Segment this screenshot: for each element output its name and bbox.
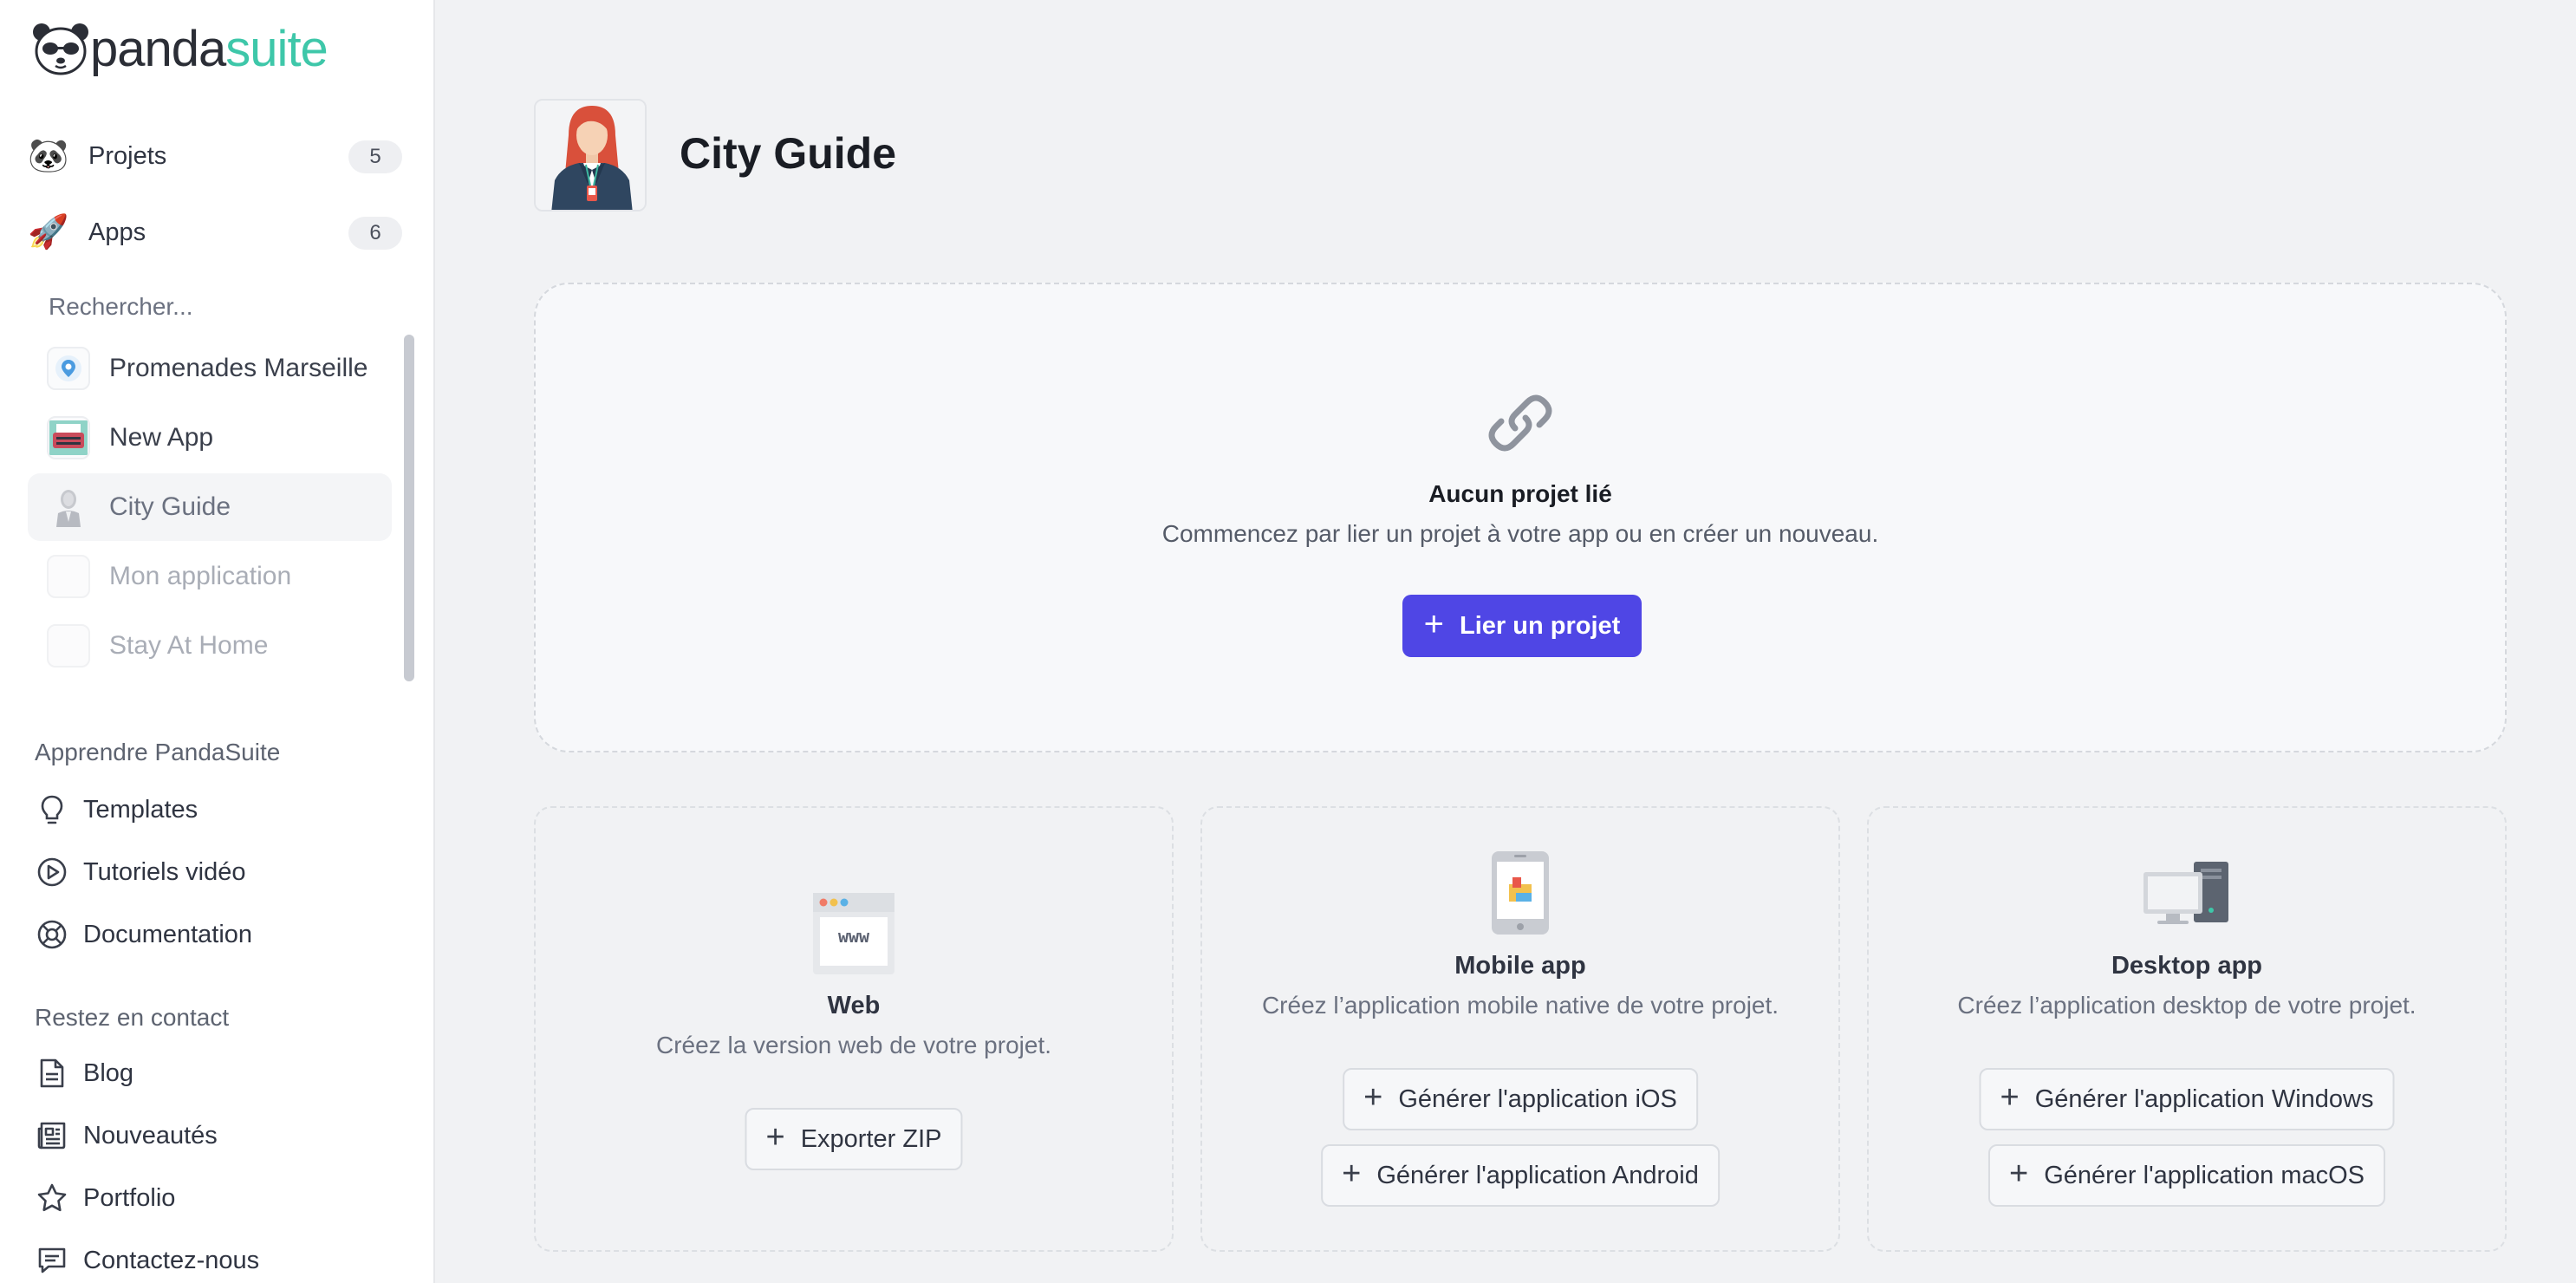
export-card-mobile: Mobile app Créez l’application mobile na… [1200,806,1840,1252]
link-contactez-label: Contactez-nous [83,1246,260,1274]
plus-icon: + [765,1119,785,1156]
nav-projets[interactable]: 🐼 Projets 5 [28,128,402,184]
app-name: Stay At Home [109,631,269,660]
link-templates[interactable]: Templates [35,785,198,834]
app-search-input[interactable] [35,284,381,329]
export-zip-label: Exporter ZIP [800,1124,942,1153]
link-icon [1488,394,1552,452]
export-mobile-title: Mobile app [1454,952,1586,980]
link-portfolio[interactable]: Portfolio [35,1174,175,1222]
link-blog-label: Blog [83,1058,134,1087]
plus-icon: + [2000,1079,2020,1116]
app-name: City Guide [109,492,231,521]
apps-count-badge: 6 [348,217,402,250]
map-pin-icon [47,347,90,390]
plus-icon: + [2008,1156,2029,1192]
link-documentation-label: Documentation [83,920,253,948]
app-item-stay-at-home[interactable]: Stay At Home [28,612,392,680]
project-avatar[interactable] [534,99,647,212]
export-web-title: Web [827,992,881,1019]
export-card-desktop: Desktop app Créez l’application desktop … [1867,806,2507,1252]
logo-part-1: panda [90,21,226,77]
app-item-city-guide[interactable]: City Guide [28,473,392,541]
link-tutoriels-video[interactable]: Tutoriels vidéo [35,848,246,896]
contact-section-title: Restez en contact [35,1004,230,1031]
app-list: Promenades Marseille New App City Guide … [28,335,392,681]
generate-windows-button[interactable]: + Générer l'application Windows [1979,1068,2395,1130]
link-project-button[interactable]: + Lier un projet [1402,595,1642,657]
sidebar: pandasuite 🐼 Projets 5 🚀 Apps 6 Promenad… [0,0,435,1283]
export-card-web: www Web Créez la version web de votre pr… [534,806,1174,1252]
app-name: Mon application [109,562,292,590]
export-mobile-subtitle: Créez l’application mobile native de vot… [1261,992,1779,1019]
browser-www-icon: www [811,891,896,976]
linked-project-empty-state: Aucun projet lié Commencez par lier un p… [534,283,2507,752]
scrollbar-thumb[interactable] [404,335,414,681]
logo-part-2: suite [225,21,329,77]
nav-apps-label: Apps [88,218,146,246]
pandasuite-logo[interactable]: pandasuite [31,19,329,80]
play-circle-icon [35,855,69,889]
link-templates-label: Templates [83,795,198,824]
link-blog[interactable]: Blog [35,1049,133,1097]
generate-ios-button[interactable]: + Générer l'application iOS [1343,1068,1698,1130]
main-content: City Guide Aucun projet lié Commencez pa… [437,0,2576,1283]
link-contactez-nous[interactable]: Contactez-nous [35,1236,259,1283]
link-nouveautes[interactable]: Nouveautés [35,1111,218,1160]
document-icon [35,1056,69,1091]
businesswoman-icon [47,485,90,529]
desktop-computer-icon [2142,860,2232,929]
link-project-label: Lier un projet [1460,611,1621,640]
app-list-scrollbar[interactable] [404,335,414,681]
generate-windows-label: Générer l'application Windows [2034,1084,2374,1113]
projets-count-badge: 5 [348,140,402,173]
learn-section-title: Apprendre PandaSuite [35,739,281,765]
link-nouveautes-label: Nouveautés [83,1121,218,1149]
generate-macos-button[interactable]: + Générer l'application macOS [1987,1144,2386,1207]
blank-icon [47,555,90,598]
logo-wordmark: pandasuite [90,21,329,77]
export-desktop-title: Desktop app [2111,952,2263,980]
export-zip-button[interactable]: + Exporter ZIP [745,1108,963,1170]
generate-macos-label: Générer l'application macOS [2044,1161,2365,1189]
link-documentation[interactable]: Documentation [35,910,252,959]
chat-icon [35,1243,69,1278]
smartphone-icon [1490,850,1551,936]
app-item-new-app[interactable]: New App [28,404,392,472]
plus-icon: + [1342,1156,1362,1192]
page-title: City Guide [680,129,897,178]
lifebuoy-icon [35,917,69,952]
panda-icon: 🐼 [28,138,69,174]
app-name: New App [109,423,214,452]
star-icon [35,1181,69,1215]
panda-logo-icon [33,23,88,75]
lightbulb-icon [35,792,69,827]
app-item-mon-application[interactable]: Mon application [28,543,392,610]
generate-android-label: Générer l'application Android [1376,1161,1699,1189]
generate-ios-label: Générer l'application iOS [1398,1084,1677,1113]
typewriter-icon [47,416,90,459]
app-item-promenades-marseille[interactable]: Promenades Marseille [28,335,392,402]
nav-apps[interactable]: 🚀 Apps 6 [28,205,402,260]
businesswoman-icon [536,101,645,210]
www-icon-text: www [837,926,870,947]
app-name: Promenades Marseille [109,354,368,382]
link-portfolio-label: Portfolio [83,1183,176,1212]
plus-icon: + [1363,1079,1383,1116]
blank-icon [47,624,90,668]
nav-projets-label: Projets [88,141,167,170]
export-web-subtitle: Créez la version web de votre projet. [656,1032,1051,1058]
empty-state-title: Aucun projet lié [1428,480,1612,507]
plus-icon: + [1423,605,1445,643]
export-desktop-subtitle: Créez l’application desktop de votre pro… [1957,992,2417,1019]
empty-state-subtitle: Commencez par lier un projet à votre app… [1161,520,1879,547]
newspaper-icon [35,1118,69,1153]
rocket-icon: 🚀 [28,214,69,251]
generate-android-button[interactable]: + Générer l'application Android [1321,1144,1720,1207]
link-tutoriels-label: Tutoriels vidéo [83,857,246,886]
